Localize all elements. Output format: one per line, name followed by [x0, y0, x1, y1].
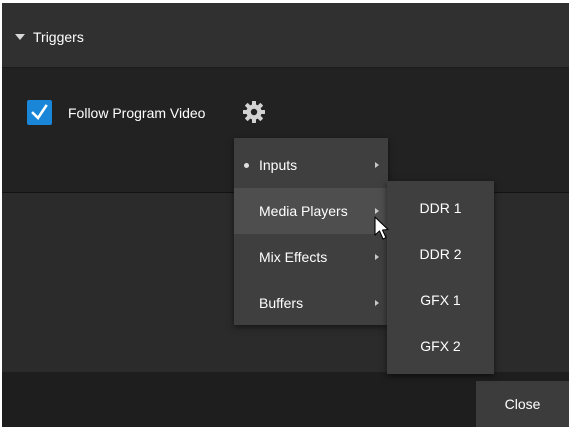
menu-item-label: Media Players: [259, 203, 348, 219]
submenu-item-ddr-2[interactable]: DDR 2: [387, 231, 494, 277]
submenu-arrow-icon: [375, 162, 379, 168]
close-button[interactable]: Close: [476, 381, 569, 427]
menu-item-label: Inputs: [259, 157, 298, 173]
menu-item-media-players[interactable]: Media Players: [234, 188, 388, 234]
submenu-item-gfx-1[interactable]: GFX 1: [387, 277, 494, 323]
checkmark-icon: [31, 104, 48, 121]
menu-item-label: Buffers: [259, 295, 304, 311]
submenu-arrow-icon: [375, 254, 379, 260]
menu-item-inputs[interactable]: Inputs: [234, 142, 388, 188]
section-title-label: Triggers: [33, 29, 84, 45]
triggers-section-header[interactable]: Triggers: [2, 3, 569, 68]
submenu-arrow-icon: [375, 208, 379, 214]
source-category-menu: Inputs Media Players Mix Effects Buffers: [234, 138, 388, 325]
submenu-item-ddr-1[interactable]: DDR 1: [387, 185, 494, 231]
submenu-arrow-icon: [375, 300, 379, 306]
footer-bar: Close: [2, 372, 569, 427]
triggers-panel: Triggers Follow Program Video Close Inpu…: [2, 3, 569, 427]
follow-program-video-label: Follow Program Video: [68, 105, 206, 121]
menu-item-mix-effects[interactable]: Mix Effects: [234, 234, 388, 280]
media-players-submenu: DDR 1 DDR 2 GFX 1 GFX 2: [387, 181, 494, 374]
follow-program-video-checkbox[interactable]: [27, 100, 52, 125]
triangle-down-icon[interactable]: [15, 34, 25, 41]
mouse-pointer-icon: [374, 216, 389, 240]
section-title: Triggers: [15, 29, 84, 45]
selected-bullet-icon: [244, 163, 249, 168]
menu-item-label: Mix Effects: [259, 249, 328, 265]
gear-icon[interactable]: [242, 100, 266, 124]
menu-item-buffers[interactable]: Buffers: [234, 280, 388, 326]
submenu-item-gfx-2[interactable]: GFX 2: [387, 323, 494, 369]
